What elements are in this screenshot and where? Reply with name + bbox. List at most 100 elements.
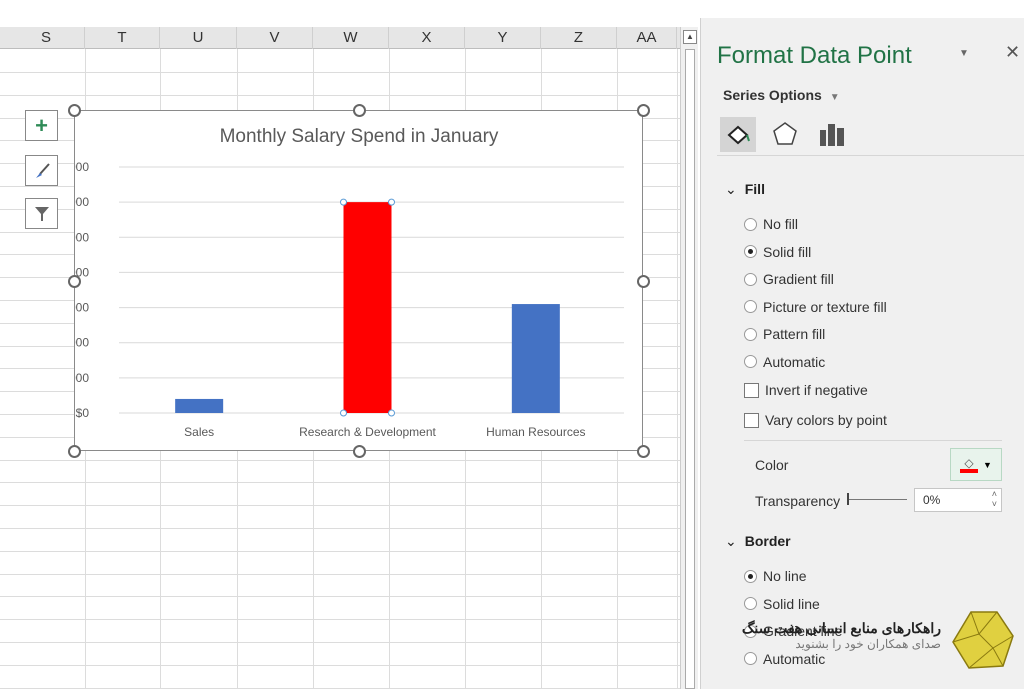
radio-label: Automatic bbox=[763, 650, 826, 667]
gridline bbox=[0, 664, 680, 666]
radio-label: Picture or texture fill bbox=[763, 298, 887, 315]
bar[interactable] bbox=[343, 202, 392, 413]
chart-styles-button[interactable] bbox=[25, 155, 58, 186]
watermark-title: راهکارهای منابع انسانی هفت سنگ bbox=[741, 620, 941, 636]
radio-button[interactable] bbox=[744, 569, 757, 583]
paintbrush-icon bbox=[35, 162, 50, 178]
chart-area[interactable]: Monthly Salary Spend in January $0 $1.000.… bbox=[29, 110, 644, 452]
tab-series-options[interactable] bbox=[819, 122, 847, 151]
radio-option[interactable]: Gradient fill bbox=[744, 271, 834, 287]
checkbox[interactable] bbox=[744, 412, 759, 428]
chart-elements-button[interactable]: + bbox=[25, 110, 58, 141]
gridline bbox=[0, 550, 680, 552]
vertical-scrollbar[interactable]: ▲ bbox=[680, 27, 698, 689]
column-header[interactable]: S bbox=[8, 27, 85, 49]
radio-button[interactable] bbox=[744, 272, 757, 286]
radio-option[interactable]: Pattern fill bbox=[744, 326, 825, 342]
radio-option[interactable]: No fill bbox=[744, 216, 798, 232]
series-options-label: Series Options bbox=[723, 87, 822, 103]
resize-handle[interactable] bbox=[68, 445, 81, 458]
y-tick-label: $3.000.000 bbox=[75, 301, 89, 315]
gridline bbox=[0, 459, 680, 461]
column-header[interactable]: Y bbox=[465, 27, 541, 49]
chevron-down-icon: ⌄ bbox=[725, 181, 737, 197]
filter-icon bbox=[34, 206, 49, 221]
resize-handle[interactable] bbox=[637, 275, 650, 288]
series-options-dropdown[interactable]: Series Options ▼ bbox=[723, 87, 840, 103]
chevron-down-icon: ▼ bbox=[983, 459, 992, 470]
border-section-label: Border bbox=[744, 533, 791, 549]
bar-chart[interactable]: Monthly Salary Spend in January $0 $1.000.… bbox=[29, 111, 644, 452]
border-section-header[interactable]: ⌄ Border bbox=[725, 533, 791, 550]
scrollbar-thumb[interactable] bbox=[685, 49, 695, 689]
resize-handle[interactable] bbox=[637, 104, 650, 117]
column-header[interactable]: U bbox=[160, 27, 237, 49]
selection-handle bbox=[340, 198, 347, 206]
x-category-label: Sales bbox=[184, 425, 214, 439]
radio-button[interactable] bbox=[744, 327, 757, 341]
invert-if-negative-checkbox[interactable]: Invert if negative bbox=[744, 382, 868, 398]
pane-options-dropdown-icon[interactable]: ▼ bbox=[959, 48, 969, 59]
chevron-down-icon: ⌄ bbox=[725, 533, 737, 549]
transparency-input[interactable]: 0% ˄ ˅ bbox=[914, 488, 1002, 512]
resize-handle[interactable] bbox=[68, 275, 81, 288]
tab-effects[interactable] bbox=[772, 121, 798, 152]
selection-handle bbox=[340, 409, 347, 417]
bar[interactable] bbox=[175, 398, 224, 413]
gridline bbox=[0, 482, 680, 484]
radio-button[interactable] bbox=[744, 300, 757, 313]
gridline bbox=[0, 687, 680, 689]
gridline bbox=[0, 528, 680, 529]
watermark-subtitle: صدای همکاران خود را بشنوید bbox=[795, 637, 941, 651]
bar[interactable] bbox=[511, 304, 560, 413]
close-icon[interactable]: ✕ bbox=[1005, 42, 1020, 63]
resize-handle[interactable] bbox=[68, 104, 81, 117]
y-tick-label: $7.000.000 bbox=[75, 160, 89, 174]
radio-label: Gradient fill bbox=[763, 271, 834, 287]
radio-option[interactable]: No line bbox=[744, 568, 807, 584]
color-label: Color bbox=[755, 457, 789, 473]
fill-section-label: Fill bbox=[744, 181, 765, 197]
radio-option[interactable]: Solid line bbox=[744, 596, 820, 612]
column-header[interactable]: V bbox=[237, 27, 313, 49]
tab-fill-line[interactable] bbox=[720, 117, 756, 152]
divider bbox=[717, 155, 1024, 156]
slider-thumb[interactable] bbox=[847, 493, 849, 505]
spinner-icon[interactable]: ˄ ˅ bbox=[992, 489, 997, 509]
column-header[interactable]: Z bbox=[541, 27, 617, 49]
radio-option[interactable]: Automatic bbox=[744, 651, 825, 667]
selection-handle bbox=[388, 409, 395, 417]
radio-button[interactable] bbox=[744, 597, 757, 610]
radio-button[interactable] bbox=[744, 217, 757, 231]
pane-title: Format Data Point bbox=[717, 42, 912, 69]
gridline bbox=[0, 505, 680, 507]
scroll-up-arrow-icon[interactable]: ▲ bbox=[683, 30, 697, 44]
chart-title: Monthly Salary Spend in January bbox=[220, 126, 499, 147]
radio-label: Solid fill bbox=[763, 243, 812, 260]
chart-filters-button[interactable] bbox=[25, 198, 58, 229]
vary-colors-checkbox[interactable]: Vary colors by point bbox=[744, 412, 887, 428]
column-header[interactable]: X bbox=[389, 27, 465, 49]
fill-section-header[interactable]: ⌄ Fill bbox=[725, 181, 765, 198]
column-header[interactable]: AA bbox=[617, 27, 677, 49]
column-header[interactable]: W bbox=[313, 27, 389, 49]
radio-option[interactable]: Solid fill bbox=[744, 244, 811, 260]
x-category-label: Human Resources bbox=[486, 425, 585, 439]
checkbox[interactable] bbox=[744, 382, 759, 398]
radio-button[interactable] bbox=[744, 355, 757, 368]
radio-label: Pattern fill bbox=[763, 326, 826, 342]
radio-button[interactable] bbox=[744, 652, 757, 665]
y-tick-label: $1.000.000 bbox=[75, 371, 89, 385]
radio-option[interactable]: Picture or texture fill bbox=[744, 299, 887, 315]
resize-handle[interactable] bbox=[353, 445, 366, 458]
radio-button[interactable] bbox=[744, 245, 757, 258]
color-picker-button[interactable]: ◇ ▼ bbox=[950, 448, 1002, 481]
radio-option[interactable]: Automatic bbox=[744, 354, 825, 370]
column-header[interactable]: T bbox=[85, 27, 160, 49]
transparency-slider[interactable] bbox=[847, 493, 907, 505]
chevron-down-icon: ▼ bbox=[829, 92, 840, 103]
radio-label: No fill bbox=[763, 216, 799, 232]
resize-handle[interactable] bbox=[353, 104, 366, 117]
column-headers: S T U V W X Y Z AA bbox=[0, 27, 680, 49]
resize-handle[interactable] bbox=[637, 445, 650, 458]
